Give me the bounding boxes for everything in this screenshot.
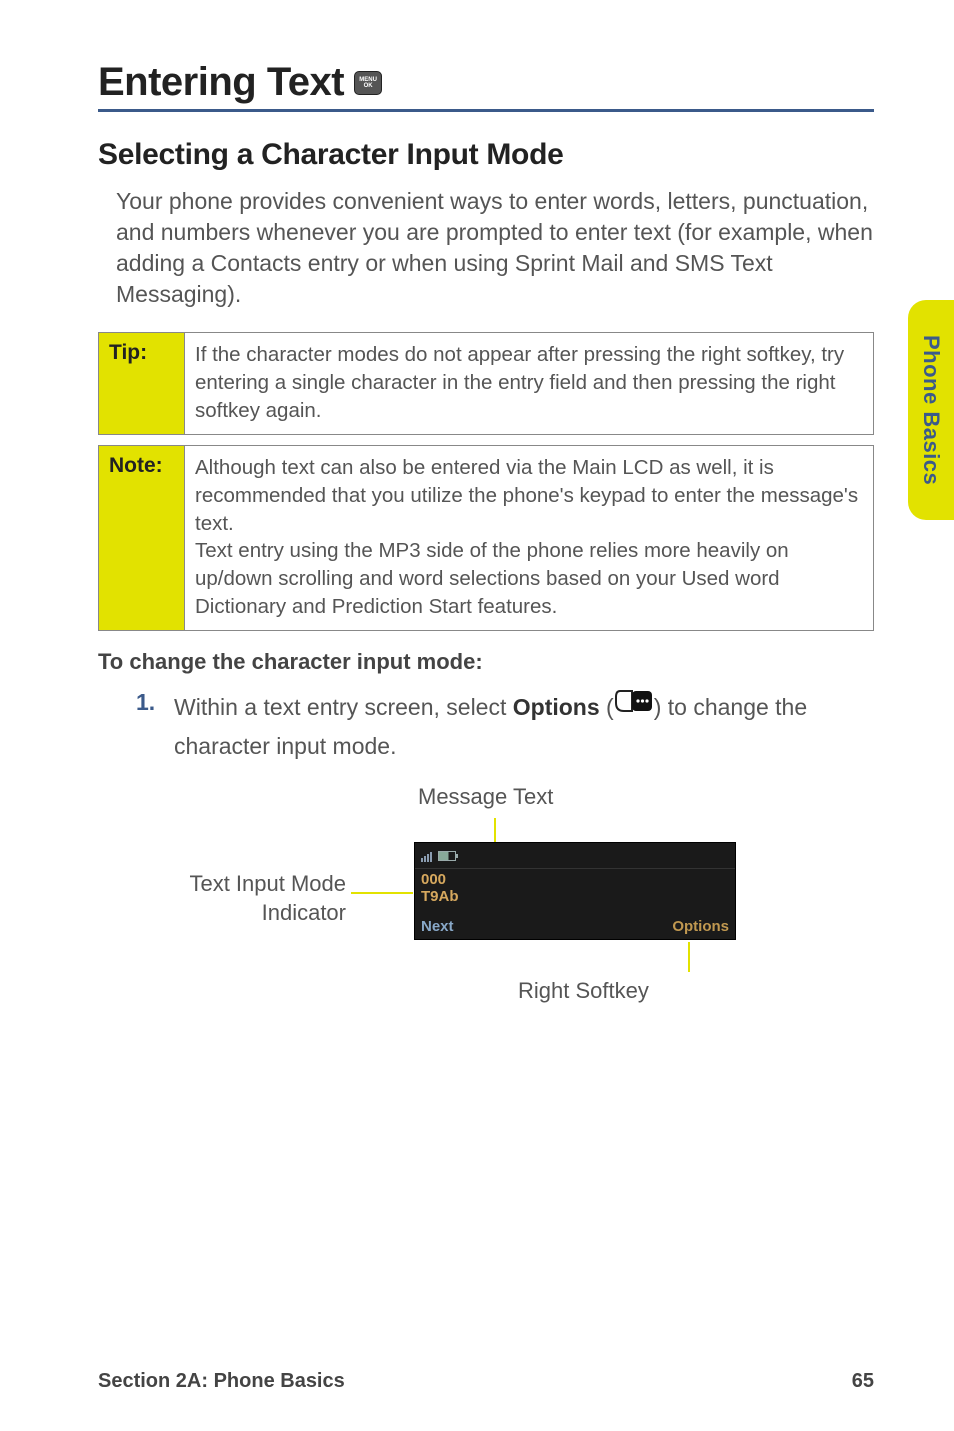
step-paren-open: ( [600,694,614,720]
figure-input-mode-label-line2: Indicator [262,900,346,925]
menu-ok-key-icon [354,71,382,95]
phone-counter: 000 [415,869,735,888]
step-options-word: Options [513,694,600,720]
note-text-line1: Although text can also be entered via th… [195,456,858,534]
title-underline [98,109,874,112]
step-number: 1. [136,689,156,764]
procedure-heading: To change the character input mode: [98,649,874,675]
step-text-before: Within a text entry screen, select [174,694,513,720]
side-tab: Phone Basics [908,300,954,520]
figure-callout-line-right [688,942,690,972]
phone-status-bar [415,843,735,869]
figure-right-softkey-label: Right Softkey [518,978,649,1004]
note-text: Although text can also be entered via th… [185,446,873,630]
footer-page-number: 65 [852,1370,874,1393]
phone-right-softkey: Options [672,918,729,935]
figure-input-mode-label-line1: Text Input Mode [189,871,346,896]
figure-callout-line-left [351,892,413,894]
figure-input-mode-label: Text Input Mode Indicator [156,870,346,927]
battery-icon [438,851,456,861]
note-box: Note: Although text can also be entered … [98,445,874,631]
phone-mode-indicator: T9Ab [415,888,735,907]
step-1: 1. Within a text entry screen, select Op… [136,689,874,764]
figure: Message Text Text Input Mode Indicator 0… [98,784,874,1074]
note-text-line2: Text entry using the MP3 side of the pho… [195,539,789,617]
phone-screenshot: 000 T9Ab Next Options [414,842,736,940]
side-tab-text: Phone Basics [918,335,944,485]
note-label: Note: [99,446,185,630]
tip-label: Tip: [99,333,185,434]
footer-section-label: Section 2A: Phone Basics [98,1370,345,1393]
step-text: Within a text entry screen, select Optio… [174,689,874,764]
tip-box: Tip: If the character modes do not appea… [98,332,874,435]
right-softkey-bubble-icon [614,689,654,726]
page-title: Entering Text [98,60,344,105]
signal-icon [421,850,432,862]
intro-paragraph: Your phone provides convenient ways to e… [116,186,874,310]
section-heading: Selecting a Character Input Mode [98,138,874,172]
tip-text: If the character modes do not appear aft… [185,333,873,434]
figure-message-text-label: Message Text [418,784,553,810]
phone-left-softkey: Next [421,918,454,935]
footer: Section 2A: Phone Basics 65 [98,1370,874,1393]
